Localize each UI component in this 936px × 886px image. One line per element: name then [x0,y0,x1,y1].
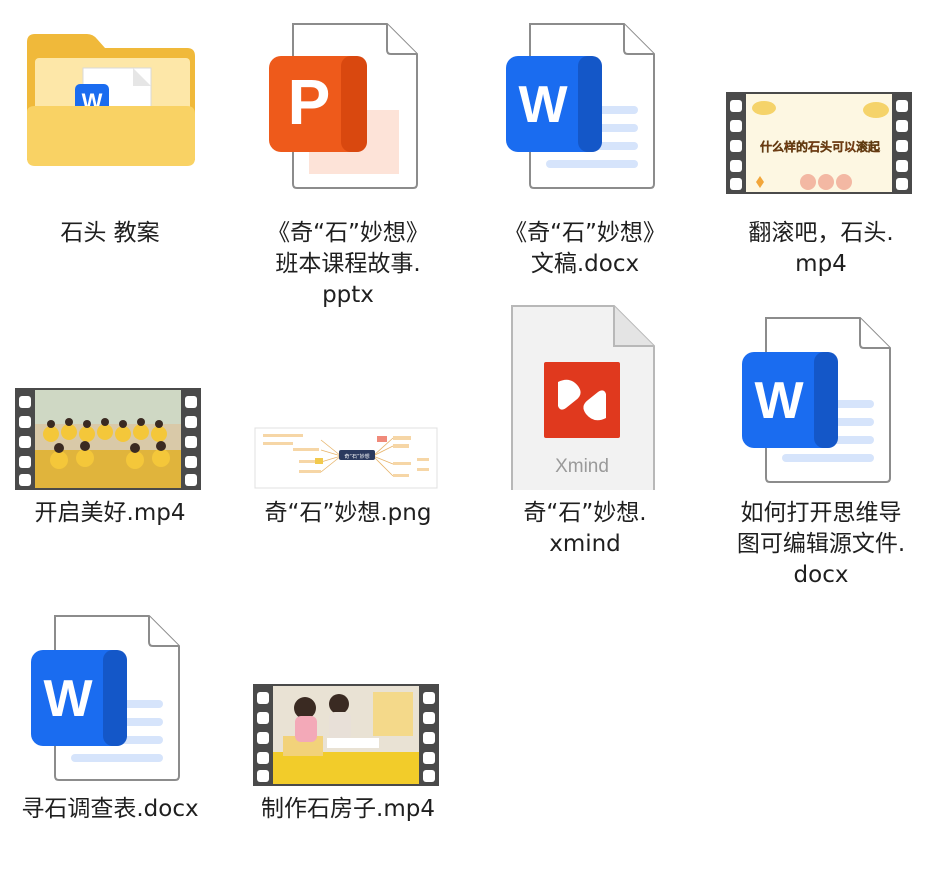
file-name: 寻石调查表.docx [21,796,199,822]
file-item-zhizuo-mp4[interactable]: 制作石房子.mp4 [243,596,453,886]
file-item-shitou-jiaoan[interactable]: W 石头 教案 [5,20,215,310]
file-item-fangunba-mp4[interactable]: 什么样的石头可以滚起 翻滚吧，石头. mp4 [716,20,926,310]
file-item-pptx[interactable]: P 《奇“石”妙想》 班本课程故事. pptx [243,20,453,310]
word-file-icon: W [5,596,215,786]
file-name: 石头 教案 [60,220,160,246]
file-name: 《奇“石”妙想》 班本课程故事. pptx [267,220,429,308]
file-item-png[interactable]: 奇“石”妙想 奇“石”妙想.png [243,300,453,590]
mindmap-image-thumbnail: 奇“石”妙想 [243,300,453,490]
word-file-icon: W [716,300,926,490]
file-name: 《奇“石”妙想》 文稿.docx [504,220,666,277]
file-item-docx-ruhe[interactable]: W 如何打开思维导 图可编辑源文件. docx [716,300,926,590]
file-name: 奇“石”妙想. xmind [523,500,647,557]
file-name: 制作石房子.mp4 [261,796,435,822]
file-name: 开启美好.mp4 [34,500,186,526]
svg-text:W: W [518,76,568,134]
video-thumbnail [5,300,215,490]
svg-text:P: P [288,66,331,138]
svg-text:什么样的石头可以滚起: 什么样的石头可以滚起 [760,139,881,154]
svg-text:W: W [43,670,93,728]
file-name: 如何打开思维导 图可编辑源文件. docx [736,500,906,588]
file-item-xunshi-docx[interactable]: W 寻石调查表.docx [5,596,215,886]
folder-icon: W [5,20,215,210]
file-item-xmind[interactable]: Xmind 奇“石”妙想. xmind [480,300,690,590]
svg-text:Xmind: Xmind [555,456,609,477]
powerpoint-file-icon: P [243,20,453,210]
svg-text:W: W [754,372,804,430]
file-item-kaiqi-meihao-mp4[interactable]: 开启美好.mp4 [5,300,215,590]
file-name: 翻滚吧，石头. mp4 [748,220,894,277]
file-item-docx-wengao[interactable]: W 《奇“石”妙想》 文稿.docx [480,20,690,310]
xmind-file-icon: Xmind [480,300,690,490]
svg-text:奇“石”妙想: 奇“石”妙想 [344,453,369,460]
video-thumbnail [243,596,453,786]
file-name: 奇“石”妙想.png [264,500,432,526]
word-file-icon: W [480,20,690,210]
video-thumbnail: 什么样的石头可以滚起 [716,20,926,210]
